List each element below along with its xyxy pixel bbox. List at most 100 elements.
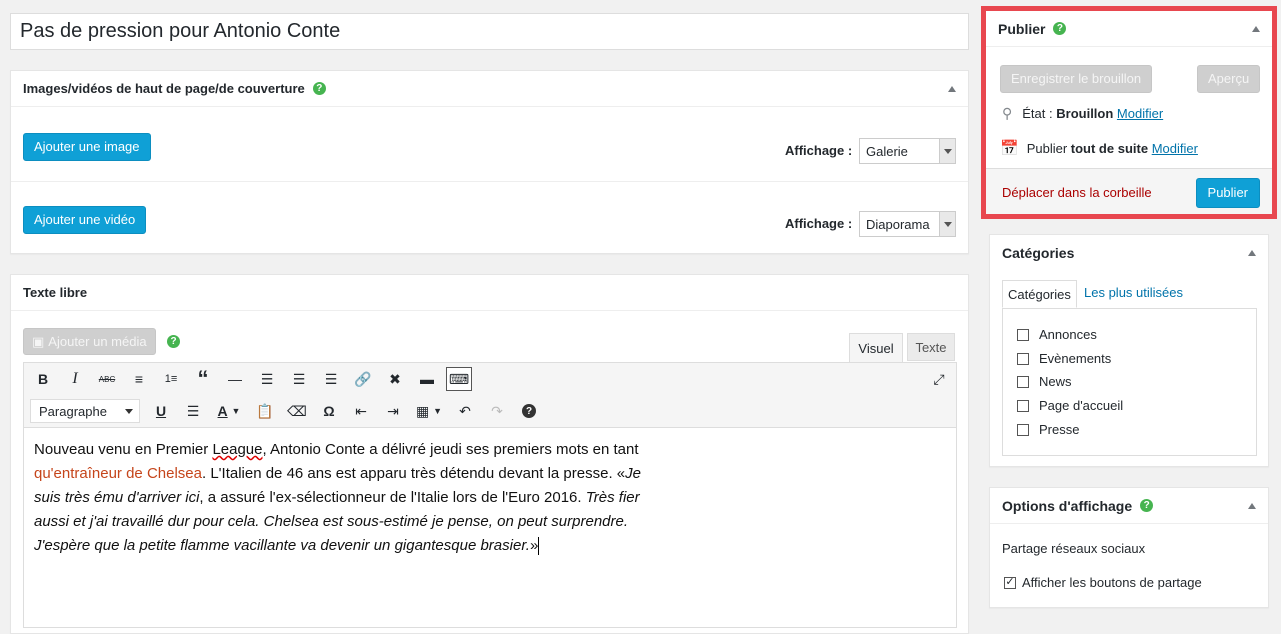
chevron-down-icon: [939, 212, 955, 236]
editor-content[interactable]: Nouveau venu en Premier League, Antonio …: [23, 428, 957, 628]
list-item[interactable]: Page d'accueil: [1017, 398, 1123, 413]
fullscreen-icon[interactable]: ⤢: [926, 367, 952, 391]
display-label-slideshow: Affichage :: [785, 216, 853, 231]
blockquote-icon[interactable]: “: [190, 366, 216, 391]
tab-categories-all-label: Catégories: [1008, 286, 1071, 302]
content-text-italic: suis très ému d'arriver ici: [34, 489, 200, 506]
collapse-arrow-icon[interactable]: [1252, 25, 1260, 32]
clear-formatting-icon[interactable]: ⌫: [284, 399, 310, 423]
display-select-gallery[interactable]: Galerie: [859, 138, 956, 164]
bullet-list-icon[interactable]: ≡: [126, 367, 152, 391]
help-icon[interactable]: ?: [1140, 499, 1154, 512]
display-options-box: Options d'affichage ? Partage réseaux so…: [989, 487, 1269, 608]
format-select[interactable]: Paragraphe: [30, 399, 140, 423]
cover-box-header[interactable]: Images/vidéos de haut de page/de couvert…: [11, 71, 968, 107]
schedule-edit-link[interactable]: Modifier: [1152, 141, 1198, 156]
content-text-italic: aussi et j'ai travaillé dur pour cela. C…: [34, 513, 629, 530]
trash-link[interactable]: Déplacer dans la corbeille: [1002, 185, 1152, 200]
list-item[interactable]: News: [1017, 374, 1072, 389]
undo-icon[interactable]: ↶: [452, 399, 478, 423]
chevron-down-icon: [125, 409, 133, 414]
content-text-misspelled: League: [212, 441, 263, 458]
content-text: , a assuré l'ex-sélectionneur de l'Itali…: [199, 489, 586, 506]
preview-button[interactable]: Aperçu: [1197, 65, 1261, 93]
collapse-arrow-icon[interactable]: [948, 85, 956, 92]
paste-text-icon[interactable]: 📋: [252, 399, 278, 423]
italic-icon[interactable]: I: [62, 367, 88, 391]
category-checkbox[interactable]: [1017, 399, 1029, 412]
save-draft-button[interactable]: Enregistrer le brouillon: [1000, 65, 1153, 93]
numbered-list-icon[interactable]: 1≡: [158, 367, 184, 391]
add-media-label: Ajouter un média: [48, 334, 147, 349]
add-image-button[interactable]: Ajouter une image: [23, 133, 151, 161]
schedule-row: 📅 Publier tout de suite Modifier: [1000, 139, 1198, 157]
publish-box-header[interactable]: Publier ?: [986, 11, 1272, 47]
tab-categories-all[interactable]: Catégories: [1002, 280, 1077, 308]
list-item[interactable]: Evènements: [1017, 351, 1111, 366]
collapse-arrow-icon[interactable]: [1248, 250, 1256, 256]
table-icon[interactable]: ▦ ▼: [412, 399, 446, 423]
publish-when: tout de suite: [1070, 140, 1149, 156]
status-row: ⚲ État : Brouillon Modifier: [1002, 105, 1163, 122]
add-media-button[interactable]: ▣ Ajouter un média: [23, 328, 156, 355]
publish-button[interactable]: Publier: [1195, 178, 1260, 208]
category-checkbox[interactable]: [1017, 352, 1029, 365]
share-option[interactable]: ✓ Afficher les boutons de partage: [1004, 575, 1202, 590]
categories-box-header[interactable]: Catégories: [990, 235, 1268, 271]
pin-icon: ⚲: [1002, 105, 1013, 121]
content-text: , Antonio Conte a délivré jeudi ses prem…: [262, 441, 639, 458]
text-color-icon[interactable]: A ▼: [212, 399, 246, 423]
underline-icon[interactable]: U: [148, 399, 174, 423]
align-right-icon[interactable]: ☰: [318, 367, 344, 391]
toolbar-row-1: B I ABC ≡ 1≡ “ — ☰ ☰ ☰ 🔗 ✖ ▬ ⌨: [30, 366, 478, 391]
help-icon[interactable]: ?: [1053, 22, 1067, 35]
display-select-slideshow[interactable]: Diaporama: [859, 211, 956, 237]
help-icon[interactable]: ?: [312, 82, 326, 95]
categories-box: Catégories Catégories Les plus utilisées…: [989, 234, 1269, 467]
link-icon[interactable]: 🔗: [350, 367, 376, 391]
read-more-icon[interactable]: ▬: [414, 367, 440, 391]
share-checkbox[interactable]: ✓: [1004, 576, 1016, 589]
tab-text[interactable]: Texte: [907, 333, 955, 361]
content-line-4: aussi et j'ai travaillé dur pour cela. C…: [34, 510, 946, 534]
post-title-input[interactable]: Pas de pression pour Antonio Conte: [10, 13, 969, 50]
content-text: Nouveau venu en Premier: [34, 441, 213, 458]
redo-icon[interactable]: ↷: [484, 399, 510, 423]
tab-categories-popular-label: Les plus utilisées: [1084, 285, 1183, 300]
content-line-5: J'espère que la petite flamme vacillante…: [34, 534, 946, 558]
display-options-header[interactable]: Options d'affichage ?: [990, 488, 1268, 524]
tab-categories-popular[interactable]: Les plus utilisées: [1084, 285, 1183, 300]
tab-visual[interactable]: Visuel: [849, 333, 903, 362]
content-text-italic: J'espère que la petite flamme vacillante…: [34, 537, 530, 554]
publish-box-title: Publier: [998, 20, 1046, 37]
horizontal-line-icon[interactable]: —: [222, 367, 248, 391]
category-checkbox[interactable]: [1017, 423, 1029, 436]
format-select-value: Paragraphe: [39, 403, 107, 419]
category-checkbox[interactable]: [1017, 375, 1029, 388]
align-center-icon[interactable]: ☰: [286, 367, 312, 391]
keyboard-help-icon[interactable]: ?: [516, 399, 542, 423]
special-character-icon[interactable]: Ω: [316, 399, 342, 423]
add-video-button[interactable]: Ajouter une vidéo: [23, 206, 147, 234]
cover-box-title: Images/vidéos de haut de page/de couvert…: [23, 81, 305, 96]
bold-icon[interactable]: B: [30, 367, 56, 391]
status-edit-link[interactable]: Modifier: [1117, 106, 1163, 121]
category-label: Evènements: [1039, 351, 1112, 366]
content-link[interactable]: qu'entraîneur de Chelsea: [34, 465, 202, 482]
cover-box: Images/vidéos de haut de page/de couvert…: [10, 70, 969, 254]
list-item[interactable]: Presse: [1017, 422, 1079, 437]
content-line-2: qu'entraîneur de Chelsea. L'Italien de 4…: [34, 462, 946, 486]
unlink-icon[interactable]: ✖: [382, 367, 408, 391]
strikethrough-icon[interactable]: ABC: [94, 367, 120, 391]
content-text-italic: Très fier: [585, 489, 640, 506]
list-item[interactable]: Annonces: [1017, 327, 1097, 342]
toolbar-toggle-icon[interactable]: ⌨: [446, 367, 472, 391]
align-left-icon[interactable]: ☰: [254, 367, 280, 391]
justify-icon[interactable]: ☰: [180, 399, 206, 423]
category-checkbox[interactable]: [1017, 328, 1029, 341]
help-icon[interactable]: ?: [167, 335, 180, 348]
indent-icon[interactable]: ⇥: [380, 399, 406, 423]
publish-actions: Déplacer dans la corbeille Publier: [986, 168, 1272, 214]
outdent-icon[interactable]: ⇤: [348, 399, 374, 423]
collapse-arrow-icon[interactable]: [1248, 502, 1256, 509]
